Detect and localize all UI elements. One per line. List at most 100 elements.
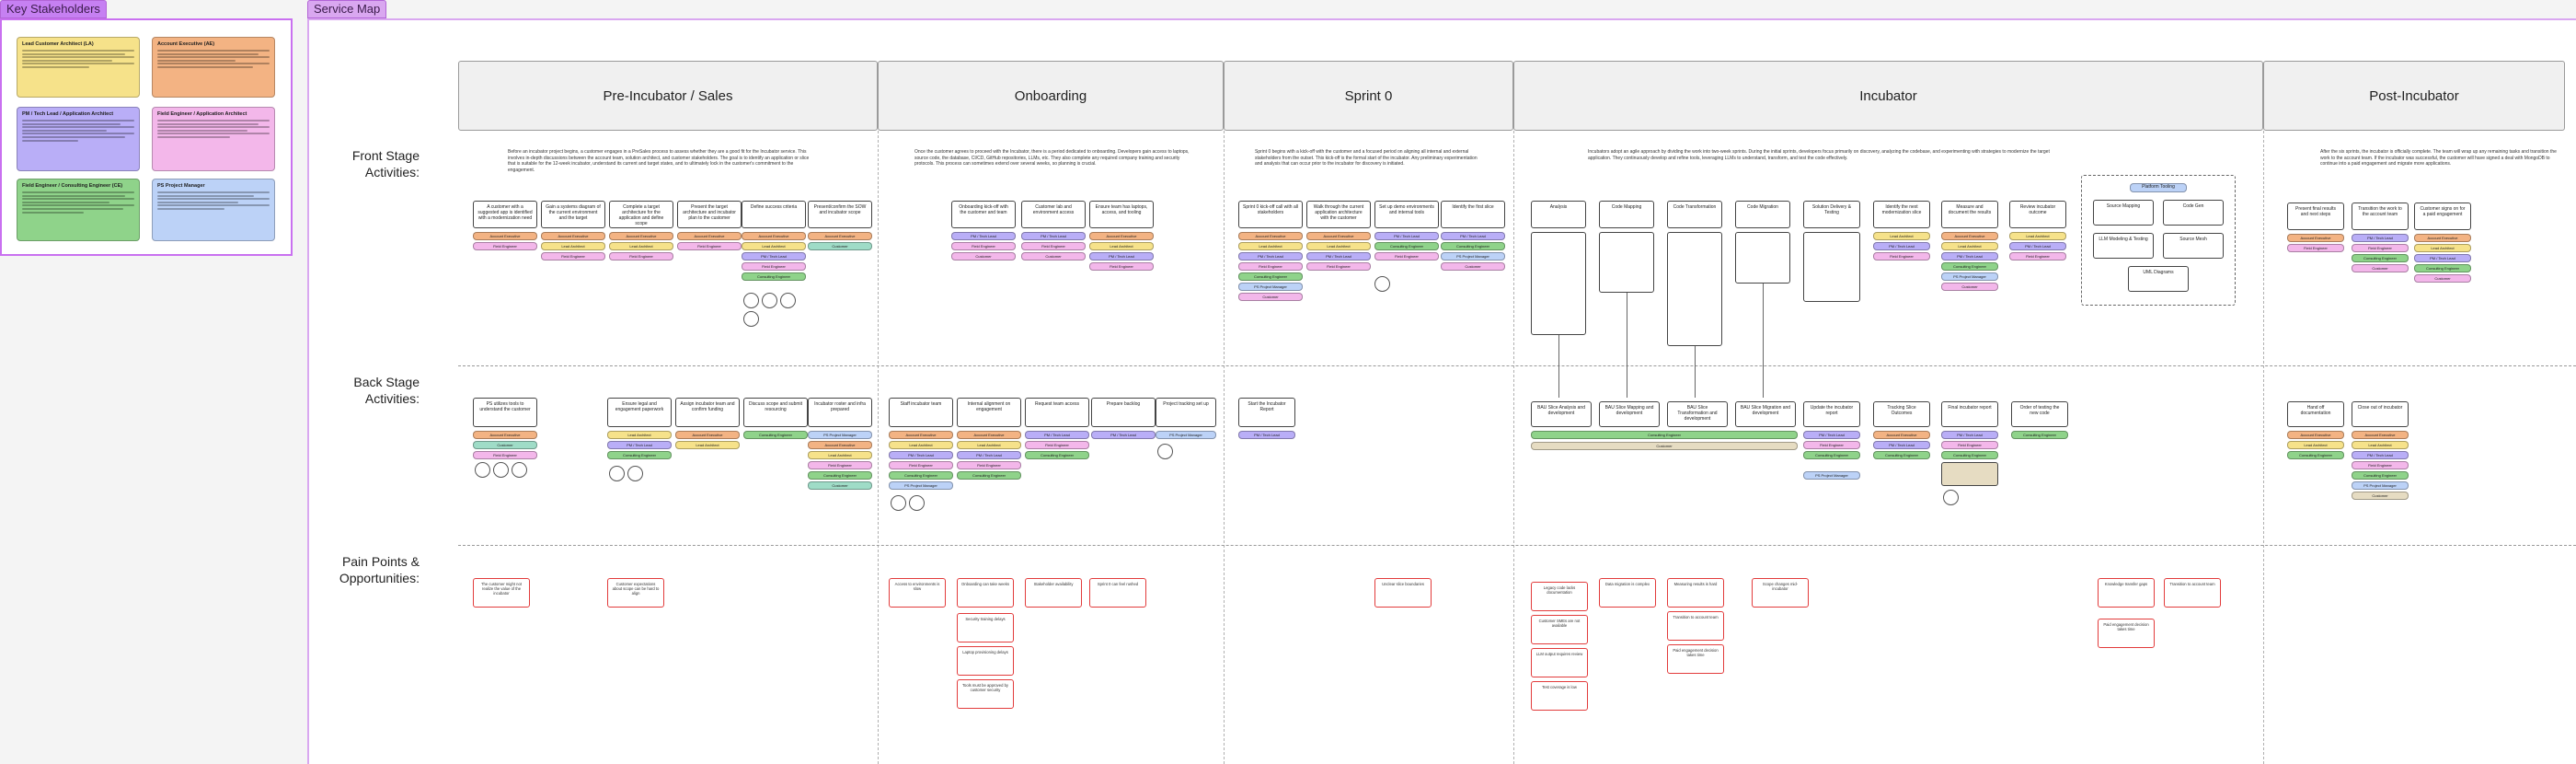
pain-point-card[interactable]: Stakeholder availability <box>1025 578 1082 608</box>
role-tag: PM / Tech Lead <box>889 451 953 459</box>
front-activity[interactable]: Walk through the current application arc… <box>1306 201 1371 228</box>
front-activity[interactable]: Measure and document the results <box>1941 201 1998 228</box>
front-activity[interactable]: Transition the work to the account team <box>2352 203 2409 230</box>
back-activity[interactable]: Request team access <box>1025 398 1089 427</box>
front-activity[interactable]: Code Mapping <box>1599 201 1654 228</box>
stakeholder-card-fe[interactable]: Field Engineer / Application Architect <box>152 107 275 171</box>
tooling-card[interactable]: Source Mapping <box>2093 200 2154 226</box>
tooling-card[interactable]: LLM Modeling & Testing <box>2093 233 2154 259</box>
back-activity[interactable]: PS utilizes tools to understand the cust… <box>473 398 537 427</box>
tooling-card[interactable]: Code Gen <box>2163 200 2224 226</box>
pain-point-card[interactable]: Onboarding can take weeks <box>957 578 1014 608</box>
pain-point-card[interactable]: The customer might not realize the value… <box>473 578 530 608</box>
pain-point-card[interactable]: Customer expectations about scope can be… <box>607 578 664 608</box>
back-activity[interactable]: Incubator roster and infra prepared <box>808 398 872 427</box>
role-tag: PM / Tech Lead <box>1025 431 1089 439</box>
stakeholder-card-pspm[interactable]: PS Project Manager <box>152 179 275 241</box>
front-activity[interactable]: Sprint 0 kick-off call with all stakehol… <box>1238 201 1303 228</box>
role-tag: Lead Architect <box>1306 242 1371 250</box>
back-activity[interactable]: Hand off documentation <box>2287 401 2344 427</box>
front-activity[interactable]: Ensure team has laptops, access, and too… <box>1089 201 1154 228</box>
front-activity[interactable]: Gain a systems diagram of the current en… <box>541 201 605 228</box>
front-activity[interactable]: Solution Delivery & Testing <box>1803 201 1860 228</box>
front-activity[interactable]: Customer signs on for a paid engagement <box>2414 203 2471 230</box>
stakeholder-card-ae[interactable]: Account Executive (AE) <box>152 37 275 98</box>
tooling-card[interactable]: Source Mesh <box>2163 233 2224 259</box>
pain-point-card[interactable]: Laptop provisioning delays <box>957 646 1014 676</box>
pain-point-card[interactable]: Legacy code lacks documentation <box>1531 582 1588 611</box>
back-activity[interactable]: Prepare backlog <box>1091 398 1156 427</box>
pain-point-card[interactable]: Transition to account team <box>1667 611 1724 641</box>
tooling-card[interactable]: UML Diagrams <box>2128 266 2189 292</box>
front-activity[interactable]: Present/confirm the SOW and incubator sc… <box>808 201 872 228</box>
role-tag: Lead Architect <box>742 242 806 250</box>
pain-point-card[interactable]: Test coverage is low <box>1531 681 1588 711</box>
avatar <box>627 466 643 481</box>
role-tag: Account Executive <box>2287 234 2344 242</box>
back-activity[interactable]: Order of testing the new code <box>2011 401 2068 427</box>
pain-point-card[interactable]: Knowledge transfer gaps <box>2098 578 2155 608</box>
role-tag: Account Executive <box>2414 234 2471 242</box>
front-activity[interactable]: Code Migration <box>1735 201 1790 228</box>
role-tag: Consulting Engineer <box>1873 451 1930 459</box>
pain-point-card[interactable]: Measuring results is hard <box>1667 578 1724 608</box>
pain-point-card[interactable]: Transition to account team <box>2164 578 2221 608</box>
front-activity[interactable]: Identify the first slice <box>1441 201 1505 228</box>
role-tag: PM / Tech Lead <box>2414 254 2471 262</box>
role-tag: Consulting Engineer <box>1238 272 1303 281</box>
front-activity[interactable]: Code Transformation <box>1667 201 1722 228</box>
front-activity[interactable]: Present final results and next steps <box>2287 203 2344 230</box>
back-activity[interactable]: Tracking Slice Outcomes <box>1873 401 1930 427</box>
back-activity[interactable]: BAU Slice Analysis and development <box>1531 401 1592 427</box>
front-activity[interactable]: Define success criteria <box>742 201 806 228</box>
back-activity[interactable]: Internal alignment on engagement <box>957 398 1021 427</box>
pain-point-card[interactable]: Unclear slice boundaries <box>1374 578 1432 608</box>
front-activity[interactable]: Customer lab and environment access <box>1021 201 1086 228</box>
back-activity[interactable]: Discuss scope and submit resourcing <box>743 398 808 427</box>
pain-point-card[interactable]: Paid engagement decision takes time <box>2098 619 2155 648</box>
front-activity[interactable]: Present the target architecture and incu… <box>677 201 742 228</box>
back-activity[interactable]: BAU Slice Mapping and development <box>1599 401 1660 427</box>
back-activity[interactable]: BAU Slice Transformation and development <box>1667 401 1728 427</box>
back-activity[interactable]: Start the Incubator Report <box>1238 398 1295 427</box>
back-activity[interactable]: Update the incubator report <box>1803 401 1860 427</box>
role-tag: Account Executive <box>2352 431 2409 439</box>
front-activity[interactable]: Analysis <box>1531 201 1586 228</box>
pain-point-card[interactable]: Paid engagement decision takes time <box>1667 644 1724 674</box>
role-tag: PS Project Manager <box>808 431 872 439</box>
role-tag: Field Engineer <box>1238 262 1303 271</box>
stakeholder-card-ce[interactable]: Field Engineer / Consulting Engineer (CE… <box>17 179 140 241</box>
pain-point-card[interactable]: LLM output requires review <box>1531 648 1588 677</box>
back-activity[interactable]: Ensure legal and engagement paperwork <box>607 398 672 427</box>
stakeholder-card-la[interactable]: Lead Customer Architect (LA) <box>17 37 140 98</box>
pain-point-card[interactable]: Customer SMEs are not available <box>1531 615 1588 644</box>
key-stakeholders-label: Key Stakeholders <box>0 0 107 18</box>
back-activity[interactable]: BAU Slice Migration and development <box>1735 401 1796 427</box>
front-activity[interactable]: Review incubator outcome <box>2009 201 2066 228</box>
role-tag: Account Executive <box>1238 232 1303 240</box>
pain-point-card[interactable]: Access to environments is slow <box>889 578 946 608</box>
front-activity[interactable]: Complete a target architecture for the a… <box>609 201 673 228</box>
connector-line <box>1558 335 1559 398</box>
pain-point-card[interactable]: Tools must be approved by customer secur… <box>957 679 1014 709</box>
back-activity[interactable]: Close out of incubator <box>2352 401 2409 427</box>
stakeholder-card-pm[interactable]: PM / Tech Lead / Application Architect <box>17 107 140 171</box>
pain-point-card[interactable]: Scope changes mid-incubator <box>1752 578 1809 608</box>
front-activity[interactable]: A customer with a suggested app is ident… <box>473 201 537 228</box>
pain-point-card[interactable]: Data migration is complex <box>1599 578 1656 608</box>
back-activity[interactable]: Project tracking set up <box>1156 398 1216 427</box>
role-tag: Customer <box>951 252 1016 260</box>
avatar <box>780 293 796 308</box>
role-tag: Lead Architect <box>1873 232 1930 240</box>
pain-point-card[interactable]: Sprint 0 can feel rushed <box>1089 578 1146 608</box>
back-activity[interactable]: Final incubator report <box>1941 401 1998 427</box>
role-tag: Account Executive <box>473 232 537 240</box>
front-activity[interactable]: Identify the next modernization slice <box>1873 201 1930 228</box>
back-activity[interactable]: Assign incubator team and confirm fundin… <box>675 398 740 427</box>
back-activity[interactable]: Staff incubator team <box>889 398 953 427</box>
pain-point-card[interactable]: Security training delays <box>957 613 1014 642</box>
role-tag: Account Executive <box>808 441 872 449</box>
front-activity[interactable]: Set up demo environments and internal to… <box>1374 201 1439 228</box>
front-activity[interactable]: Onboarding kick-off with the customer an… <box>951 201 1016 228</box>
row-label-front: Front Stage Activities: <box>351 148 420 179</box>
